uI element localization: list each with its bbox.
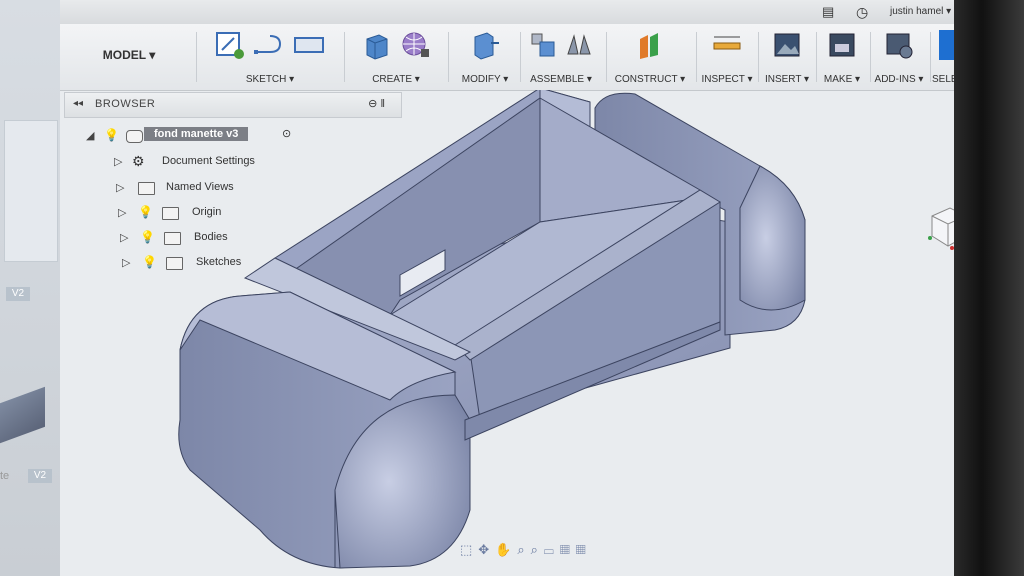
folder-icon <box>138 182 155 195</box>
form-icon[interactable] <box>399 29 431 61</box>
activate-radio-icon[interactable]: ⊙ <box>282 127 291 140</box>
construct-menu[interactable]: CONSTRUCT ▾ <box>608 74 692 85</box>
inspect-group[interactable]: INSPECT ▾ <box>698 28 756 86</box>
version-badge: V2 <box>6 287 30 301</box>
toolbar-divider <box>344 32 345 82</box>
rectangle-icon[interactable] <box>292 30 326 60</box>
folder-icon <box>166 257 183 270</box>
press-pull-icon[interactable] <box>469 29 501 61</box>
user-account[interactable]: justin hamel ▾ <box>890 6 951 17</box>
add-ins-group[interactable]: ADD-INS ▾ <box>870 28 928 86</box>
toolbar: MODEL ▾ SKETCH ▾ CREATE ▾ MODIFY ▾ ASSEM… <box>60 24 954 91</box>
toolbar-divider <box>606 32 607 82</box>
view-cube[interactable] <box>922 202 954 257</box>
clock-icon[interactable]: ◷ <box>856 4 868 21</box>
toolbar-divider <box>758 32 759 82</box>
tree-item-origin[interactable]: ▷ 💡 Origin <box>118 203 338 223</box>
expand-triangle-icon[interactable]: ▷ <box>120 231 128 244</box>
gear-icon: ⚙ <box>132 153 145 169</box>
tree-item-label: Origin <box>192 206 222 218</box>
browser-title: BROWSER <box>95 98 156 110</box>
toolbar-divider <box>196 32 197 82</box>
insert-group[interactable]: INSERT ▾ <box>760 28 814 86</box>
expand-triangle-icon[interactable]: ▷ <box>122 256 130 269</box>
expand-triangle-icon[interactable]: ▷ <box>114 155 122 168</box>
visibility-bulb-icon[interactable]: 💡 <box>140 230 155 244</box>
expand-triangle-icon[interactable]: ▷ <box>116 181 124 194</box>
make-menu[interactable]: MAKE ▾ <box>817 74 867 85</box>
tree-root[interactable]: ◢ 💡 fond manette v3 ⊙ <box>86 126 386 146</box>
design-thumbnail-preview[interactable] <box>0 386 45 444</box>
navigation-bar[interactable]: ⬚✥✋⌕⌕▭▦▦ <box>460 542 592 558</box>
insert-image-icon[interactable] <box>772 30 802 60</box>
extrude-icon[interactable] <box>361 29 393 61</box>
title-bar: ▤ ◷ justin hamel ▾ ?▾ <box>60 0 954 25</box>
visibility-bulb-icon[interactable]: 💡 <box>104 128 119 142</box>
joint-icon[interactable] <box>564 30 594 60</box>
fusion-app-window: ▤ ◷ justin hamel ▾ ?▾ MODEL ▾ SKETCH ▾ C… <box>60 0 954 576</box>
tree-item-bodies[interactable]: ▷ 💡 Bodies <box>120 228 340 248</box>
toolbar-divider <box>448 32 449 82</box>
sketch-menu[interactable]: SKETCH ▾ <box>205 74 335 85</box>
assemble-group[interactable]: ASSEMBLE ▾ <box>522 28 600 86</box>
insert-menu[interactable]: INSERT ▾ <box>760 74 814 85</box>
modify-group[interactable]: MODIFY ▾ <box>452 28 518 86</box>
tree-item-label: Sketches <box>196 256 242 268</box>
select-cursor-icon[interactable] <box>938 29 954 61</box>
expand-triangle-icon[interactable]: ▷ <box>118 206 126 219</box>
expand-triangle-icon[interactable]: ◢ <box>86 129 94 142</box>
3d-print-icon[interactable] <box>827 30 857 60</box>
folder-icon <box>164 232 181 245</box>
monitor-bezel <box>954 0 1024 576</box>
add-ins-menu[interactable]: ADD-INS ▾ <box>870 74 928 85</box>
make-group[interactable]: MAKE ▾ <box>817 28 867 86</box>
select-menu[interactable]: SELECT ▾ <box>932 74 954 85</box>
line-icon[interactable] <box>252 30 286 60</box>
create-group[interactable]: CREATE ▾ <box>350 28 442 86</box>
design-thumbnail[interactable] <box>4 120 58 262</box>
collapse-browser-icon[interactable]: ◂◂ <box>73 98 83 109</box>
tree-item-document-settings[interactable]: ▷ ⚙ Document Settings <box>114 152 334 172</box>
offset-plane-icon[interactable] <box>634 29 666 61</box>
chat-icon[interactable]: ▤ <box>822 4 834 20</box>
inspect-menu[interactable]: INSPECT ▾ <box>698 74 756 85</box>
visibility-bulb-icon[interactable]: 💡 <box>142 255 157 269</box>
browser-panel-header: ◂◂ BROWSER ⊖ ‖ <box>64 92 402 118</box>
folder-icon <box>162 207 179 220</box>
design-name-fragment: te <box>0 470 10 482</box>
tree-item-label: Document Settings <box>162 155 255 167</box>
browser-options-icon[interactable]: ⊖ ‖ <box>368 97 385 110</box>
component-icon <box>126 130 143 143</box>
create-menu[interactable]: CREATE ▾ <box>350 74 442 85</box>
sketch-group[interactable]: SKETCH ▾ <box>205 28 335 86</box>
tree-item-sketches[interactable]: ▷ 💡 Sketches <box>122 253 342 273</box>
scripts-icon[interactable] <box>884 30 914 60</box>
measure-icon[interactable] <box>711 31 743 59</box>
toolbar-divider <box>696 32 697 82</box>
create-sketch-icon[interactable] <box>214 30 246 60</box>
new-component-icon[interactable] <box>528 30 558 60</box>
modify-menu[interactable]: MODIFY ▾ <box>452 74 518 85</box>
data-panel: V2 te V2 <box>0 0 60 576</box>
tree-item-named-views[interactable]: ▷ Named Views <box>116 178 336 198</box>
toolbar-divider <box>520 32 521 82</box>
toolbar-divider <box>930 32 931 82</box>
version-badge: V2 <box>28 469 52 483</box>
tree-item-label: Bodies <box>194 231 228 243</box>
assemble-menu[interactable]: ASSEMBLE ▾ <box>522 74 600 85</box>
workspace-switcher[interactable]: MODEL ▾ <box>74 44 184 66</box>
tree-item-label: Named Views <box>166 181 234 193</box>
visibility-bulb-off-icon[interactable]: 💡 <box>138 205 153 219</box>
select-group[interactable]: SELECT ▾ <box>932 28 954 86</box>
root-component-name[interactable]: fond manette v3 <box>144 127 249 141</box>
construct-group[interactable]: CONSTRUCT ▾ <box>608 28 692 86</box>
